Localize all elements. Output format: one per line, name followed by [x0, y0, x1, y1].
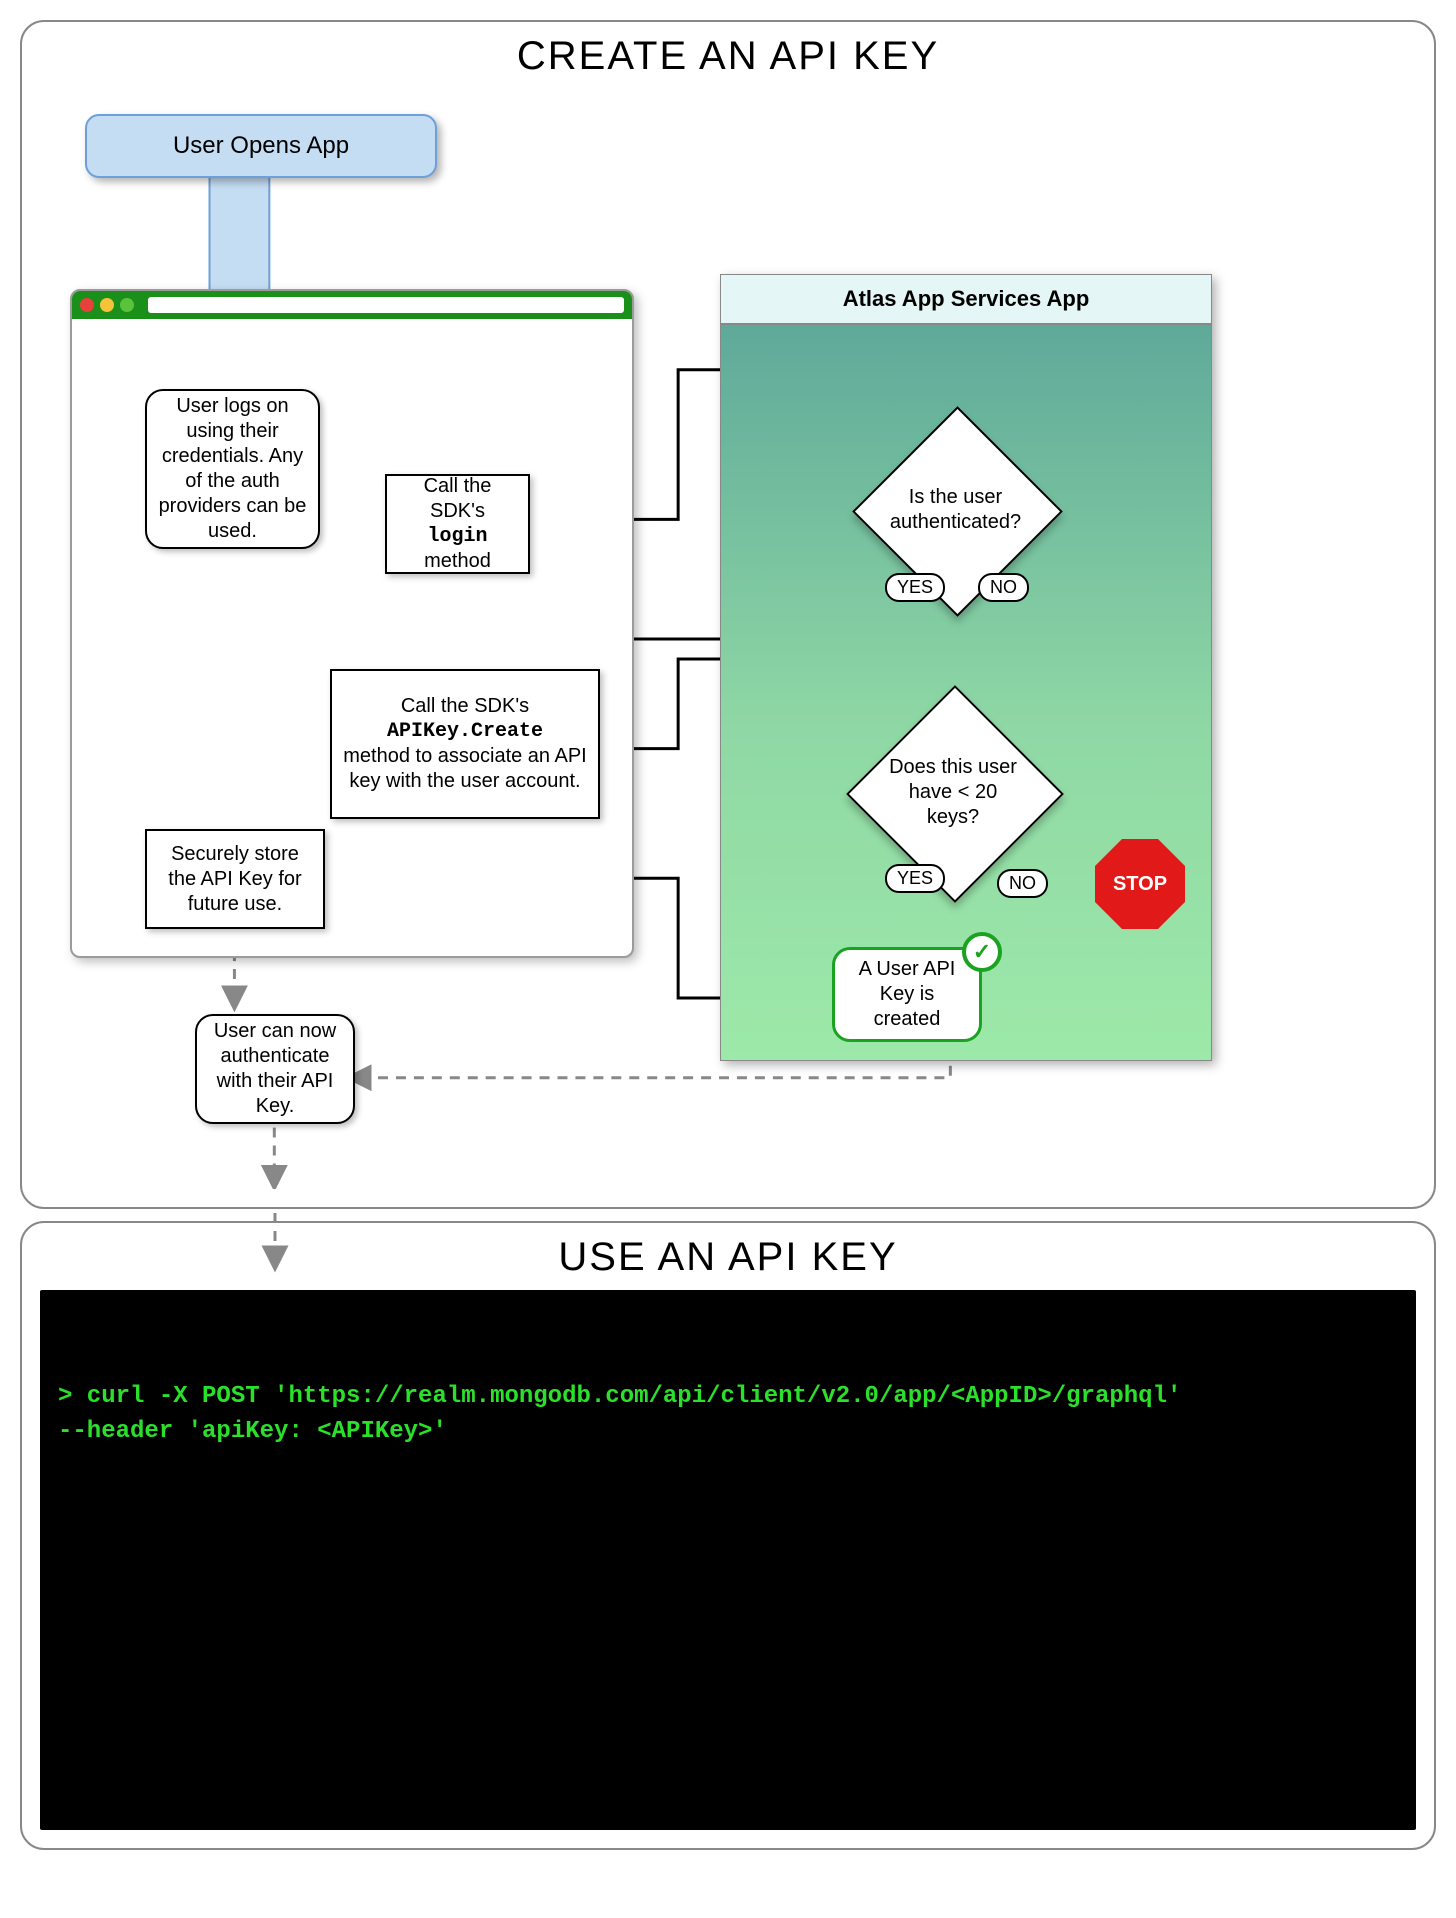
keys-yes-label: YES [885, 864, 945, 893]
call-login-post: method [424, 549, 491, 574]
call-login-pre: Call the SDK's [397, 474, 518, 524]
window-close-dot [80, 298, 94, 312]
call-login-box: Call the SDK's login method [385, 474, 530, 574]
stop-sign: STOP [1095, 839, 1185, 929]
browser-urlbar [148, 297, 624, 313]
auth-yes-label: YES [885, 573, 945, 602]
auth-decision-text: Is the user authenticated? [880, 485, 1031, 535]
browser-titlebar [72, 291, 632, 319]
key-created-text: A User API Key is created [845, 957, 969, 1032]
create-api-key-panel: CREATE AN API KEY [20, 20, 1436, 1209]
store-key-box: Securely store the API Key for future us… [145, 829, 325, 929]
user-can-auth-box: User can now authenticate with their API… [195, 1014, 355, 1124]
terminal-text: > curl -X POST 'https://realm.mongodb.co… [58, 1383, 1181, 1445]
start-box-label: User Opens App [173, 132, 349, 160]
atlas-title: Atlas App Services App [843, 286, 1090, 312]
call-create-code: APIKey.Create [387, 719, 543, 744]
call-create-pre: Call the SDK's [401, 694, 529, 719]
checkmark-icon: ✓ [962, 932, 1002, 972]
call-login-code: login [427, 524, 487, 549]
create-title: CREATE AN API KEY [40, 34, 1416, 79]
key-count-decision: Does this user have < 20 keys? [878, 717, 1028, 867]
window-minimize-dot [100, 298, 114, 312]
call-create-post: method to associate an API key with the … [342, 744, 588, 794]
arrow-into-use [22, 1213, 1434, 1273]
terminal: > curl -X POST 'https://realm.mongodb.co… [40, 1290, 1416, 1830]
keys-no-label: NO [997, 869, 1048, 898]
auth-decision: Is the user authenticated? [883, 437, 1028, 582]
call-apikey-create-box: Call the SDK's APIKey.Create method to a… [330, 669, 600, 819]
key-count-text: Does this user have < 20 keys? [878, 755, 1028, 830]
start-box: User Opens App [85, 114, 437, 178]
stop-label: STOP [1113, 873, 1167, 896]
use-api-key-panel: USE AN API KEY > curl -X POST 'https://r… [20, 1221, 1436, 1850]
store-key-text: Securely store the API Key for future us… [157, 842, 313, 917]
window-zoom-dot [120, 298, 134, 312]
atlas-header: Atlas App Services App [721, 275, 1211, 325]
auth-no-label: NO [978, 573, 1029, 602]
login-credentials-box: User logs on using their credentials. An… [145, 389, 320, 549]
login-credentials-text: User logs on using their credentials. An… [157, 394, 308, 544]
key-created-box: A User API Key is created [832, 947, 982, 1042]
user-can-auth-text: User can now authenticate with their API… [207, 1019, 343, 1119]
diagram-canvas: User Opens App User logs on using their … [40, 89, 1416, 1189]
